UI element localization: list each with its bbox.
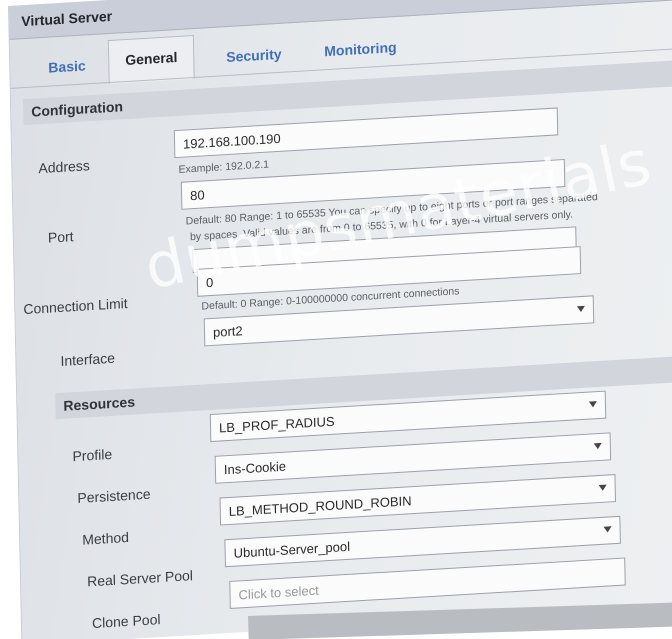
persistence-value: Ins-Cookie bbox=[223, 458, 287, 478]
chevron-down-icon bbox=[603, 526, 612, 533]
address-hint: Example: 192.0.2.1 bbox=[178, 158, 270, 176]
interface-value: port2 bbox=[212, 323, 243, 340]
chevron-down-icon bbox=[576, 305, 585, 313]
method-select[interactable]: LB_METHOD_ROUND_ROBIN bbox=[219, 474, 617, 526]
real-server-pool-value: Ubuntu-Server_pool bbox=[233, 538, 351, 561]
method-label: Method bbox=[82, 528, 130, 548]
profile-value: LB_PROF_RADIUS bbox=[218, 413, 335, 436]
clone-pool-select[interactable]: Click to select bbox=[229, 557, 626, 609]
persistence-label: Persistence bbox=[77, 485, 151, 506]
method-value: LB_METHOD_ROUND_ROBIN bbox=[228, 493, 412, 519]
virtual-server-dialog: Virtual Server Basic General Security Mo… bbox=[8, 0, 672, 639]
profile-label: Profile bbox=[72, 445, 113, 465]
chevron-down-icon bbox=[598, 484, 607, 492]
tab-basic[interactable]: Basic bbox=[32, 44, 102, 86]
real-server-pool-select[interactable]: Ubuntu-Server_pool bbox=[224, 515, 621, 568]
port-label: Port bbox=[47, 228, 74, 246]
chevron-down-icon bbox=[588, 401, 598, 408]
persistence-select[interactable]: Ins-Cookie bbox=[214, 432, 612, 484]
connection-limit-label: Connection Limit bbox=[23, 294, 128, 318]
real-server-pool-label: Real Server Pool bbox=[86, 567, 194, 590]
chevron-down-icon bbox=[593, 442, 602, 450]
tab-monitoring[interactable]: Monitoring bbox=[308, 26, 413, 70]
address-input[interactable]: 192.168.100.190 bbox=[173, 107, 559, 159]
address-label: Address bbox=[38, 157, 90, 177]
clone-pool-label: Clone Pool bbox=[91, 611, 161, 632]
tab-security[interactable]: Security bbox=[210, 33, 298, 76]
interface-label: Interface bbox=[60, 349, 116, 369]
screenshot-scene: Virtual Server Basic General Security Mo… bbox=[0, 0, 672, 639]
